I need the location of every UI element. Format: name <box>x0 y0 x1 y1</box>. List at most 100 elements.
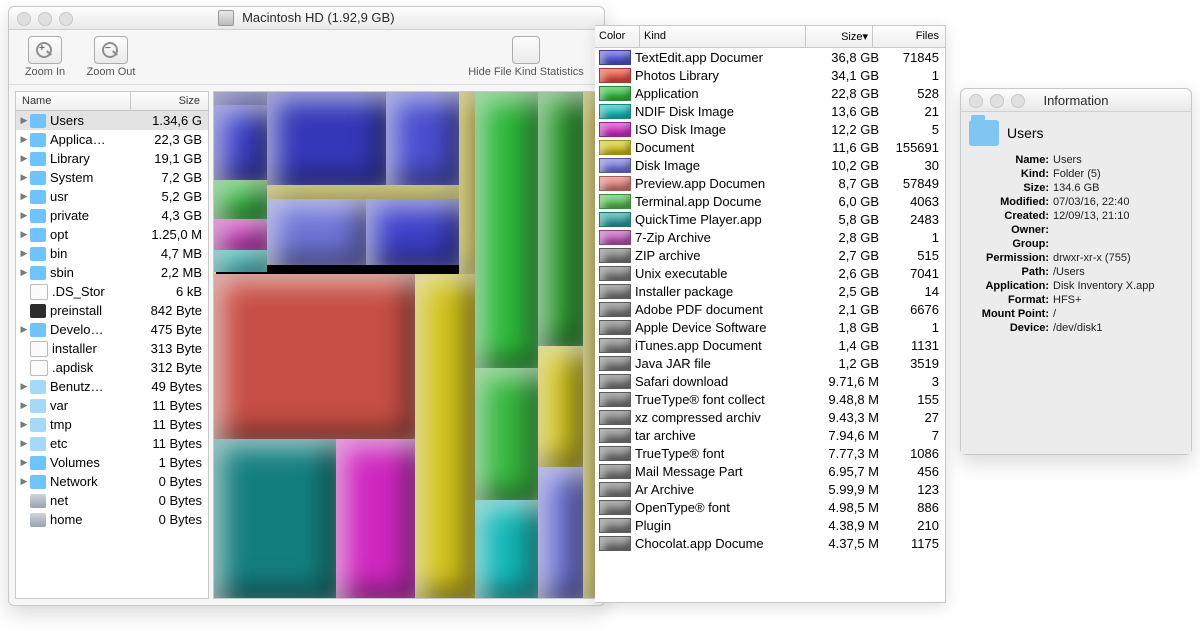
disclosure-icon[interactable]: ▶ <box>18 210 30 221</box>
kind-row[interactable]: Terminal.app Docume6,0 GB4063 <box>595 192 945 210</box>
kind-row[interactable]: Disk Image10,2 GB30 <box>595 156 945 174</box>
treemap-block[interactable] <box>475 368 538 500</box>
kind-row[interactable]: Plugin4.38,9 M210 <box>595 516 945 534</box>
kind-row[interactable]: tar archive7.94,6 M7 <box>595 426 945 444</box>
treemap-block[interactable] <box>475 92 538 368</box>
kind-row[interactable]: Preview.app Documen8,7 GB57849 <box>595 174 945 192</box>
treemap-block[interactable] <box>475 500 538 598</box>
disclosure-icon[interactable]: ▶ <box>18 400 30 411</box>
file-row[interactable]: ▶Develo…475 Byte <box>16 320 208 339</box>
treemap-block[interactable] <box>214 274 415 439</box>
file-row[interactable]: ▶System7,2 GB <box>16 168 208 187</box>
file-row[interactable]: ▶Network0 Bytes <box>16 472 208 491</box>
kind-row[interactable]: Installer package2,5 GB14 <box>595 282 945 300</box>
disclosure-icon[interactable]: ▶ <box>18 153 30 164</box>
treemap-block[interactable] <box>214 105 267 180</box>
kind-row[interactable]: ISO Disk Image12,2 GB5 <box>595 120 945 138</box>
treemap-block[interactable] <box>267 199 366 265</box>
treemap-block[interactable] <box>538 346 583 467</box>
file-row[interactable]: ▶tmp11 Bytes <box>16 415 208 434</box>
file-row[interactable]: ▶Applica…22,3 GB <box>16 130 208 149</box>
traffic-lights-info[interactable] <box>969 94 1025 108</box>
disclosure-icon[interactable]: ▶ <box>18 457 30 468</box>
disclosure-icon[interactable]: ▶ <box>18 229 30 240</box>
traffic-lights[interactable] <box>17 12 73 26</box>
minimize-icon[interactable] <box>38 12 52 26</box>
kind-row[interactable]: 7-Zip Archive2,8 GB1 <box>595 228 945 246</box>
kind-row[interactable]: Java JAR file1,2 GB3519 <box>595 354 945 372</box>
file-row[interactable]: ▶bin4,7 MB <box>16 244 208 263</box>
kind-row[interactable]: Chocolat.app Docume4.37,5 M1175 <box>595 534 945 552</box>
disclosure-icon[interactable]: ▶ <box>18 419 30 430</box>
kind-row[interactable]: xz compressed archiv9.43,3 M27 <box>595 408 945 426</box>
kind-row[interactable]: TextEdit.app Documer36,8 GB71845 <box>595 48 945 66</box>
disclosure-icon[interactable]: ▶ <box>18 191 30 202</box>
treemap-block[interactable] <box>538 92 583 346</box>
close-icon[interactable] <box>17 12 31 26</box>
kind-row[interactable]: iTunes.app Document1,4 GB1131 <box>595 336 945 354</box>
disclosure-icon[interactable]: ▶ <box>18 476 30 487</box>
disclosure-icon[interactable]: ▶ <box>18 115 30 126</box>
kind-row[interactable]: OpenType® font4.98,5 M886 <box>595 498 945 516</box>
file-row[interactable]: ▶sbin2,2 MB <box>16 263 208 282</box>
treemap-block[interactable] <box>267 92 385 185</box>
disclosure-icon[interactable]: ▶ <box>18 134 30 145</box>
treemap-block[interactable] <box>214 180 267 219</box>
main-titlebar[interactable]: Macintosh HD (1.92,9 GB) <box>9 7 604 30</box>
file-row[interactable]: .apdisk312 Byte <box>16 358 208 377</box>
zoom-out-button[interactable]: − Zoom Out <box>83 36 139 78</box>
kind-row[interactable]: NDIF Disk Image13,6 GB21 <box>595 102 945 120</box>
col-size[interactable]: Size <box>131 92 208 110</box>
file-row[interactable]: net0 Bytes <box>16 491 208 510</box>
treemap-block[interactable] <box>214 250 267 272</box>
file-row[interactable]: ▶opt1.25,0 M <box>16 225 208 244</box>
file-row[interactable]: installer313 Byte <box>16 339 208 358</box>
file-row[interactable]: ▶Library19,1 GB <box>16 149 208 168</box>
kind-row[interactable]: Safari download9.71,6 M3 <box>595 372 945 390</box>
kind-row[interactable]: Apple Device Software1,8 GB1 <box>595 318 945 336</box>
zoom-icon[interactable] <box>1011 94 1025 108</box>
disclosure-icon[interactable]: ▶ <box>18 172 30 183</box>
kind-row[interactable]: Document11,6 GB155691 <box>595 138 945 156</box>
kind-row[interactable]: TrueType® font7.77,3 M1086 <box>595 444 945 462</box>
close-icon[interactable] <box>969 94 983 108</box>
file-list[interactable]: Name Size ▶Users1.34,6 G▶Applica…22,3 GB… <box>15 91 209 599</box>
kind-row[interactable]: TrueType® font collect9.48,8 M155 <box>595 390 945 408</box>
treemap-block[interactable] <box>214 439 336 598</box>
file-row[interactable]: ▶var11 Bytes <box>16 396 208 415</box>
file-row[interactable]: ▶Benutz…49 Bytes <box>16 377 208 396</box>
file-row[interactable]: .DS_Stor6 kB <box>16 282 208 301</box>
disclosure-icon[interactable]: ▶ <box>18 438 30 449</box>
col-name[interactable]: Name <box>16 92 131 110</box>
hide-stats-button[interactable]: Hide File Kind Statistics <box>456 36 596 78</box>
treemap-block[interactable] <box>415 274 474 598</box>
kind-row[interactable]: Mail Message Part6.95,7 M456 <box>595 462 945 480</box>
kind-row[interactable]: Photos Library34,1 GB1 <box>595 66 945 84</box>
kind-row[interactable]: ZIP archive2,7 GB515 <box>595 246 945 264</box>
kind-headers[interactable]: Color Kind Size▾ Files <box>595 26 945 48</box>
treemap-block[interactable] <box>459 92 475 274</box>
col-files[interactable]: Files <box>873 26 945 47</box>
kind-row[interactable]: Adobe PDF document2,1 GB6676 <box>595 300 945 318</box>
disclosure-icon[interactable]: ▶ <box>18 381 30 392</box>
file-list-headers[interactable]: Name Size <box>16 92 208 111</box>
file-row[interactable]: home0 Bytes <box>16 510 208 529</box>
zoom-icon[interactable] <box>59 12 73 26</box>
col-size-kinds[interactable]: Size▾ <box>806 26 873 47</box>
file-row[interactable]: ▶etc11 Bytes <box>16 434 208 453</box>
kind-row[interactable]: QuickTime Player.app5,8 GB2483 <box>595 210 945 228</box>
kind-row[interactable]: Application22,8 GB528 <box>595 84 945 102</box>
treemap-block[interactable] <box>366 199 459 265</box>
kind-drawer[interactable]: Color Kind Size▾ Files TextEdit.app Docu… <box>595 25 946 603</box>
file-row[interactable]: ▶usr5,2 GB <box>16 187 208 206</box>
file-row[interactable]: ▶private4,3 GB <box>16 206 208 225</box>
disclosure-icon[interactable]: ▶ <box>18 267 30 278</box>
treemap-block[interactable] <box>267 185 459 199</box>
info-titlebar[interactable]: Information <box>961 89 1191 112</box>
disclosure-icon[interactable]: ▶ <box>18 324 30 335</box>
treemap-block[interactable] <box>214 219 267 250</box>
file-row[interactable]: ▶Users1.34,6 G <box>16 111 208 130</box>
minimize-icon[interactable] <box>990 94 1004 108</box>
disclosure-icon[interactable]: ▶ <box>18 248 30 259</box>
zoom-in-button[interactable]: + Zoom In <box>17 36 73 78</box>
